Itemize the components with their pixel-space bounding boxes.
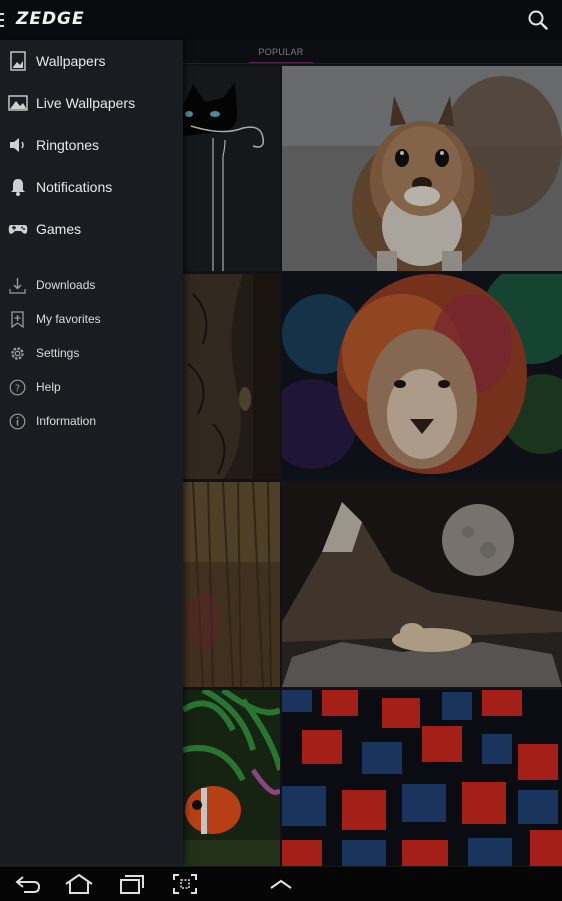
gamepad-icon xyxy=(8,219,28,239)
bell-icon xyxy=(8,177,28,197)
download-icon xyxy=(9,277,26,294)
action-bar: ZEDGE xyxy=(0,0,562,41)
navigation-drawer: Wallpapers Live Wallpapers Ringtones Not… xyxy=(0,40,183,866)
info-icon xyxy=(9,413,26,430)
recent-apps-icon[interactable] xyxy=(118,872,146,896)
up-chevron-icon[interactable] xyxy=(267,872,295,896)
help-icon: ? xyxy=(9,379,26,396)
speaker-icon xyxy=(8,135,28,155)
search-icon[interactable] xyxy=(527,9,549,31)
home-icon[interactable] xyxy=(64,872,94,896)
app-logo[interactable]: ZEDGE xyxy=(16,9,85,29)
hamburger-icon[interactable] xyxy=(0,13,4,27)
drawer-item-wallpapers[interactable]: Wallpapers xyxy=(0,40,183,82)
wallpaper-icon xyxy=(8,51,28,71)
drawer-item-live-wallpapers[interactable]: Live Wallpapers xyxy=(0,82,183,124)
back-icon[interactable] xyxy=(14,872,42,896)
gear-icon xyxy=(9,345,26,362)
screenshot-icon[interactable] xyxy=(171,872,199,896)
landscape-icon xyxy=(8,93,28,113)
drawer-item-notifications[interactable]: Notifications xyxy=(0,166,183,208)
drawer-item-games[interactable]: Games xyxy=(0,208,183,250)
svg-text:?: ? xyxy=(15,383,20,394)
bookmark-plus-icon xyxy=(9,311,26,329)
drawer-item-ringtones[interactable]: Ringtones xyxy=(0,124,183,166)
drawer-item-information[interactable]: Information xyxy=(0,401,183,441)
system-nav-bar xyxy=(0,866,562,901)
